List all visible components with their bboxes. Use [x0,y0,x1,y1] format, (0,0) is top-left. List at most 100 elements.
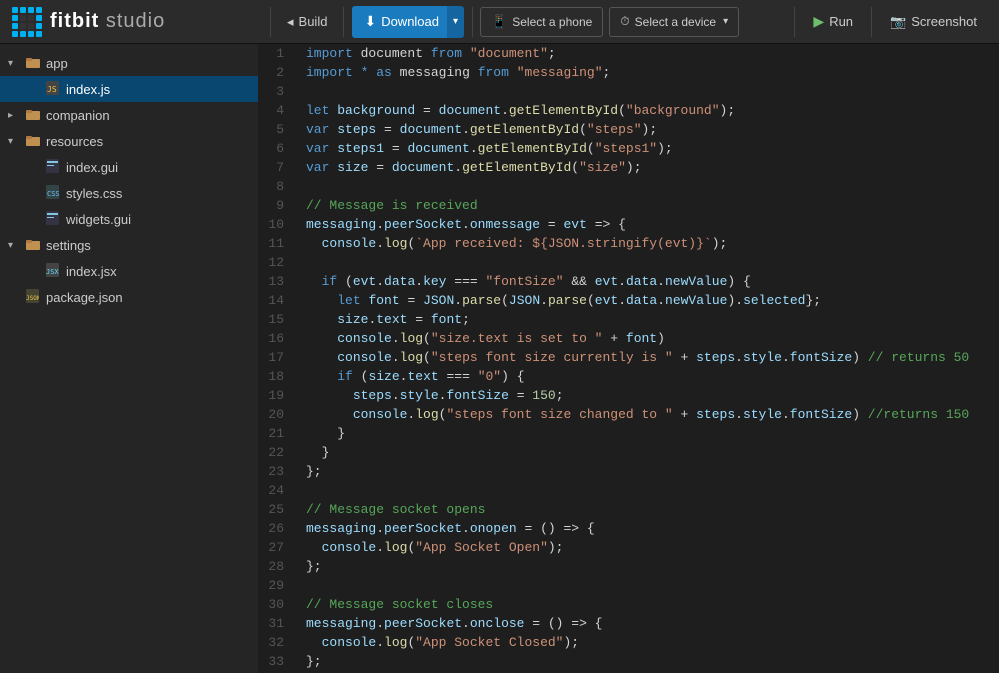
build-icon: ◂ [287,14,294,30]
code-line-7: 7var size = document.getElementById("siz… [258,158,999,177]
token-num: 150 [532,388,555,403]
download-caret-button[interactable]: ▾ [447,6,464,38]
sidebar-item-package.json[interactable]: JSONpackage.json [0,284,258,310]
token-plain: = [400,293,423,308]
device-caret-icon: ▾ [723,16,728,27]
token-plain: ( [587,293,595,308]
folder-icon [26,107,42,124]
code-line-24: 24 [258,481,999,500]
code-line-10: 10messaging.peerSocket.onmessage = evt =… [258,215,999,234]
token-prop: selected [743,293,805,308]
line-number: 5 [258,120,298,139]
screenshot-button[interactable]: 📷 Screenshot [876,6,991,38]
toolbar: fitbit studio ◂ Build ⬇ Download ▾ 📱 Sel… [0,0,999,44]
line-number: 31 [258,614,298,633]
token-str: "background" [626,103,720,118]
token-plain: . [735,350,743,365]
jsx-file-icon: JSX [46,263,62,280]
token-plain: . [470,141,478,156]
line-number: 27 [258,538,298,557]
line-number: 9 [258,196,298,215]
token-plain: = [540,217,563,232]
line-content: }; [298,652,999,671]
download-icon: ⬇ [364,13,376,30]
token-plain: ) { [727,274,750,289]
token-plain: ); [626,160,642,175]
chevron-icon: ▾ [8,136,22,147]
line-content: var steps = document.getElementById("ste… [298,120,999,139]
token-plain: = () => { [524,616,602,631]
token-var: document [400,122,462,137]
line-number: 10 [258,215,298,234]
code-editor[interactable]: 1import document from "document";2import… [258,44,999,673]
token-prop: onmessage [470,217,540,232]
token-plain: ; [548,46,556,61]
token-prop: onopen [470,521,517,536]
logo-grid-icon [12,7,42,37]
token-plain [509,65,517,80]
separator-5 [871,7,872,37]
sidebar-item-index.jsx[interactable]: JSXindex.jsx [0,258,258,284]
select-phone-button[interactable]: 📱 Select a phone [480,7,603,37]
tree-item-label: resources [46,134,103,149]
token-plain [306,331,337,346]
build-button[interactable]: ◂ Build [275,6,339,38]
code-line-3: 3 [258,82,999,101]
folder-icon [26,133,42,150]
sidebar-item-app[interactable]: ▾app [0,50,258,76]
line-content: if (evt.data.key === "fontSize" && evt.d… [298,272,999,291]
token-kw: from [431,46,462,61]
svg-text:JSX: JSX [46,268,59,276]
token-var: console [322,236,377,251]
token-plain [306,236,322,251]
token-var: evt [595,293,618,308]
sidebar-item-index.js[interactable]: JSindex.js [0,76,258,102]
line-number: 7 [258,158,298,177]
line-number: 11 [258,234,298,253]
line-number: 19 [258,386,298,405]
token-str: "steps1" [595,141,657,156]
token-prop: fontSize [446,388,508,403]
line-number: 23 [258,462,298,481]
token-plain: ( [353,369,369,384]
sidebar-item-settings[interactable]: ▾settings [0,232,258,258]
line-content: steps.style.fontSize = 150; [298,386,999,405]
clock-icon: ⏱ [620,14,629,29]
download-button[interactable]: ⬇ Download [352,6,451,38]
code-line-26: 26messaging.peerSocket.onopen = () => { [258,519,999,538]
token-var: size [368,369,399,384]
line-number: 25 [258,500,298,519]
sidebar-item-companion[interactable]: ▸companion [0,102,258,128]
sidebar-item-index.gui[interactable]: index.gui [0,154,258,180]
select-device-button[interactable]: ⏱ Select a device ▾ [609,7,739,37]
line-number: 6 [258,139,298,158]
token-var: console [322,540,377,555]
line-content: console.log(`App received: ${JSON.string… [298,234,999,253]
line-number: 1 [258,44,298,63]
code-line-31: 31messaging.peerSocket.onclose = () => { [258,614,999,633]
separator-1 [270,7,271,37]
code-line-27: 27 console.log("App Socket Open"); [258,538,999,557]
token-var: font [626,331,657,346]
token-plain: }; [805,293,821,308]
token-kw: let [306,103,329,118]
token-var: background [337,103,415,118]
sidebar-item-widgets.gui[interactable]: widgets.gui [0,206,258,232]
run-button[interactable]: ▶ Run [799,6,867,38]
tree-item-label: index.gui [66,160,118,175]
token-str: "fontSize" [486,274,564,289]
line-content [298,253,999,272]
line-number: 8 [258,177,298,196]
gui-file-icon [46,159,62,176]
token-fn: log [384,635,407,650]
build-label: Build [299,14,328,29]
caret-down-icon: ▾ [453,16,458,27]
token-kw: var [306,160,329,175]
token-prop: fontSize [790,407,852,422]
token-var: console [322,635,377,650]
sidebar-item-styles.css[interactable]: CSSstyles.css [0,180,258,206]
token-cm: // Message socket closes [306,597,493,612]
token-var: steps [696,350,735,365]
code-line-9: 9// Message is received [258,196,999,215]
sidebar-item-resources[interactable]: ▾ resources [0,128,258,154]
